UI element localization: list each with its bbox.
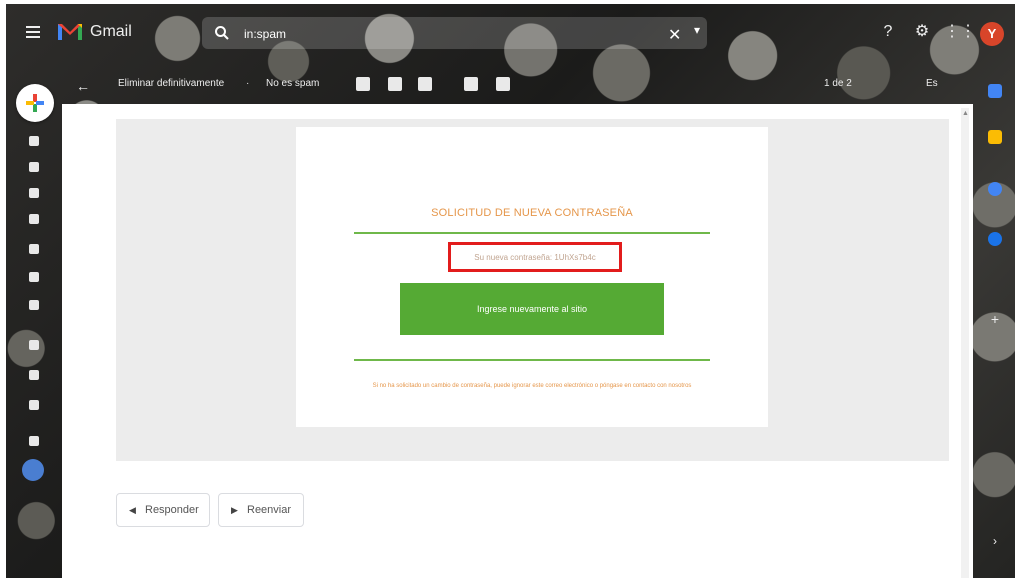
add-task-icon[interactable] [418, 77, 432, 91]
email-content-background: SOLICITUD DE NUEVA CONTRASEÑA Su nueva c… [116, 119, 949, 461]
scrollbar[interactable] [961, 108, 969, 578]
add-addon-icon[interactable]: + [988, 312, 1002, 326]
password-highlight-box: Su nueva contraseña: 1UhXs7b4c [448, 242, 622, 272]
forward-label: Reenviar [247, 504, 292, 516]
apps-grid-icon[interactable]: ⋮⋮ [944, 22, 976, 42]
compose-button[interactable] [16, 84, 54, 122]
reply-button[interactable]: ◀ Responder [116, 493, 210, 527]
contacts-icon[interactable] [988, 232, 1002, 246]
label-icon[interactable] [496, 77, 510, 91]
forward-button[interactable]: ▶ Reenviar [218, 493, 304, 527]
email-body-pane: SOLICITUD DE NUEVA CONTRASEÑA Su nueva c… [62, 104, 973, 578]
sent-icon[interactable] [29, 214, 39, 224]
search-input[interactable] [242, 23, 626, 45]
not-spam-button[interactable]: No es spam [266, 78, 319, 89]
inbox-icon[interactable] [29, 136, 39, 146]
video-icon[interactable] [29, 370, 39, 380]
main-menu-icon[interactable] [26, 26, 40, 38]
message-count: 1 de 2 [824, 78, 852, 89]
search-options-icon[interactable]: ▾ [694, 23, 700, 37]
divider-top [354, 232, 710, 234]
email-card: SOLICITUD DE NUEVA CONTRASEÑA Su nueva c… [296, 127, 768, 427]
clear-search-icon[interactable]: ✕ [668, 25, 681, 45]
forward-arrow-icon: ▶ [231, 505, 238, 515]
search-bar[interactable]: ✕ ▾ [202, 17, 707, 49]
message-toolbar: ← Eliminar definitivamente · No es spam … [66, 72, 966, 102]
toolbar-separator: · [246, 78, 250, 89]
keep-icon[interactable] [988, 130, 1002, 144]
new-password-text: Su nueva contraseña: 1UhXs7b4c [474, 253, 596, 262]
move-to-icon[interactable] [356, 77, 370, 91]
gmail-logo-icon[interactable] [58, 22, 82, 42]
input-language[interactable]: Es [926, 78, 938, 89]
search-icon[interactable] [214, 25, 230, 41]
snoozed-icon[interactable] [29, 188, 39, 198]
return-to-site-button[interactable]: Ingrese nuevamente al sitio [400, 283, 664, 335]
scroll-up-icon[interactable]: ▲ [962, 110, 969, 117]
top-bar: Gmail ✕ ▾ ? ⚙ ⋮⋮ Y [6, 4, 1015, 66]
starred-icon[interactable] [29, 162, 39, 172]
help-icon[interactable]: ? [878, 22, 898, 42]
gmail-window: Gmail ✕ ▾ ? ⚙ ⋮⋮ Y ← Eliminar definitiva… [6, 4, 1015, 578]
chat-icon[interactable] [29, 436, 39, 446]
back-arrow-icon[interactable]: ← [76, 78, 90, 94]
email-footer-note: Si no ha solicitado un cambio de contras… [372, 383, 692, 389]
meet-icon[interactable] [29, 340, 39, 350]
snooze-icon[interactable] [388, 77, 402, 91]
trash-icon[interactable] [29, 272, 39, 282]
folder-icon[interactable] [464, 77, 478, 91]
spam-icon[interactable] [29, 244, 39, 254]
expand-panel-icon[interactable]: › [988, 534, 1002, 548]
label-icon[interactable] [29, 300, 39, 310]
compose-plus-icon [26, 94, 44, 112]
reply-arrow-icon: ◀ [129, 505, 136, 515]
account-avatar[interactable]: Y [980, 22, 1004, 46]
tasks-icon[interactable] [988, 182, 1002, 196]
gmail-wordmark: Gmail [90, 23, 132, 40]
divider-bottom [354, 359, 710, 361]
delete-forever-button[interactable]: Eliminar definitivamente [118, 78, 224, 89]
hangouts-avatar[interactable] [22, 459, 44, 481]
settings-gear-icon[interactable]: ⚙ [912, 22, 932, 42]
keyboard-icon[interactable] [29, 400, 39, 410]
email-title: SOLICITUD DE NUEVA CONTRASEÑA [431, 207, 633, 219]
reply-label: Responder [145, 504, 199, 516]
calendar-icon[interactable] [988, 84, 1002, 98]
